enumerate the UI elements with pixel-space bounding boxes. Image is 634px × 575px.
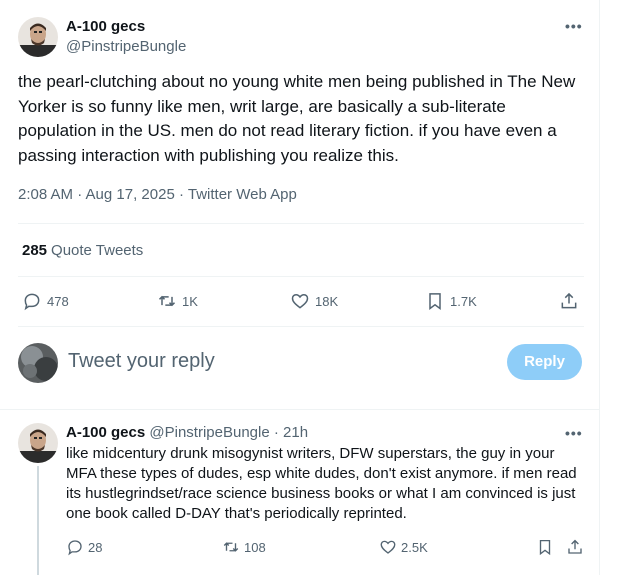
reply-action[interactable]: 478 [22,291,69,311]
retweet-icon [223,542,239,552]
tweet-timestamp[interactable]: 2:08 AM · Aug 17, 2025 [18,186,175,203]
reply-reply-action[interactable]: 28 [66,538,102,556]
tweet-text: the pearl-clutching about no young white… [18,72,576,165]
reply-reply-count: 28 [88,539,103,555]
reply-button[interactable]: Reply [507,344,582,380]
reply-author-avatar[interactable] [18,423,58,463]
author-avatar[interactable] [18,17,58,57]
quote-tweets-stat[interactable]: 285 Quote Tweets [22,242,143,259]
reply-more-options-icon[interactable]: ••• [565,425,583,441]
retweet-icon [158,295,176,307]
reply-bookmark-action[interactable] [536,538,558,556]
reply-retweet-count: 108 [244,539,266,555]
reply-time[interactable]: 21h [283,424,308,441]
divider [18,223,584,224]
author-name[interactable]: A-100 gecs [66,18,145,35]
reply-author-handle[interactable]: @PinstripeBungle [149,424,269,441]
quote-label: Quote Tweets [51,242,144,259]
composer-avatar[interactable] [18,343,58,383]
thread-line [37,466,39,575]
retweet-count: 1K [182,293,198,309]
divider [18,326,584,327]
tweet-metadata: 2:08 AM · Aug 17, 2025 · Twitter Web App [18,186,297,203]
bookmark-icon [429,293,441,310]
author-handle[interactable]: @PinstripeBungle [66,38,186,55]
tweet-detail-panel: A-100 gecs @PinstripeBungle ••• the pear… [0,0,600,575]
section-separator [0,409,600,410]
reply-share-action[interactable] [566,538,588,556]
reply-retweet-action[interactable]: 108 [222,538,266,556]
like-action[interactable]: 18K [290,291,338,311]
quote-count: 285 [22,242,48,259]
divider [18,276,584,277]
reply-icon [68,540,82,556]
share-icon [561,292,577,309]
bookmark-action[interactable]: 1.7K [425,291,477,311]
bookmark-count: 1.7K [450,293,477,309]
reply-author-name[interactable]: A-100 gecs [66,424,145,441]
like-count: 18K [315,293,339,309]
share-action[interactable] [559,291,584,311]
bookmark-icon [539,539,551,556]
more-options-icon[interactable]: ••• [565,18,583,34]
reply-dot: · [273,424,279,441]
reply-header: A-100 gecs @PinstripeBungle · 21h [66,424,308,441]
retweet-action[interactable]: 1K [157,291,198,311]
reply-input[interactable]: Tweet your reply [68,350,215,373]
meta-separator: · [178,186,188,203]
share-icon [568,539,582,554]
heart-icon [291,293,309,309]
heart-icon [380,540,396,554]
reply-count: 478 [47,293,69,309]
reply-like-action[interactable]: 2.5K [379,538,428,556]
reply-text: like midcentury drunk misogynist writers… [66,445,577,522]
reply-icon [24,293,40,311]
reply-like-count: 2.5K [401,539,428,555]
tweet-source[interactable]: Twitter Web App [188,186,297,203]
